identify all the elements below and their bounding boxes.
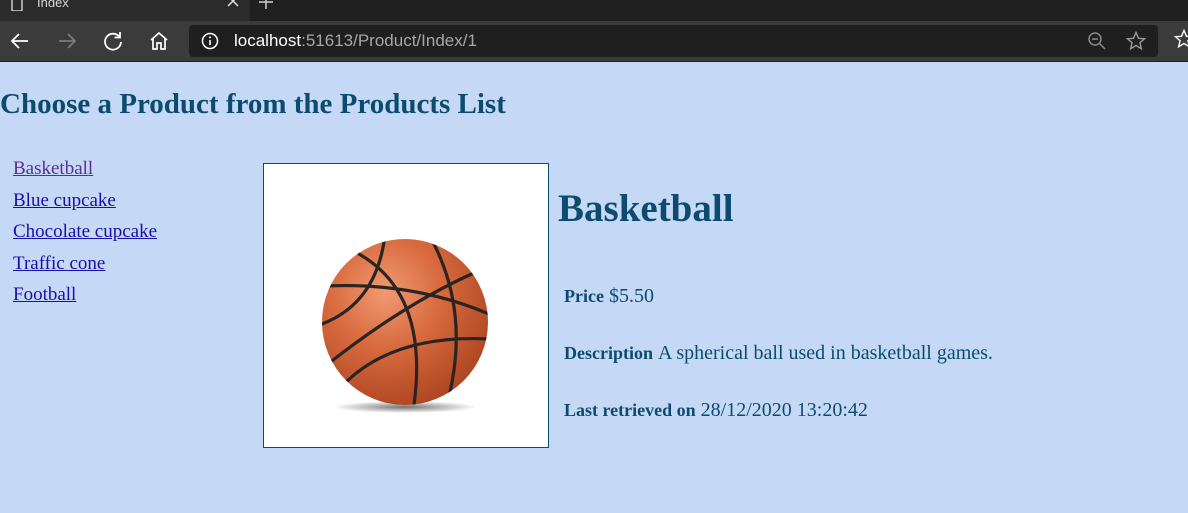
home-icon[interactable]	[147, 29, 171, 53]
list-item: Traffic cone	[13, 252, 157, 284]
retrieved-value: 28/12/2020 13:20:42	[700, 399, 868, 421]
address-bar[interactable]: localhost:51613/Product/Index/1	[189, 25, 1158, 57]
browser-tab[interactable]: Index	[0, 0, 250, 21]
product-link-basketball[interactable]: Basketball	[13, 158, 93, 179]
zoom-icon[interactable]	[1087, 31, 1107, 56]
product-image	[263, 163, 549, 448]
retrieved-label: Last retrieved on	[564, 400, 696, 420]
price-row: Price $5.50	[564, 285, 654, 308]
back-icon[interactable]	[8, 29, 32, 53]
list-item: Chocolate cupcake	[13, 220, 157, 252]
forward-icon[interactable]	[55, 29, 79, 53]
product-name: Basketball	[558, 187, 734, 230]
list-item: Basketball	[13, 157, 157, 189]
tab-strip: Index	[0, 0, 1188, 21]
url-text[interactable]: localhost:51613/Product/Index/1	[234, 31, 477, 51]
price-value: $5.50	[608, 285, 654, 307]
info-icon[interactable]	[201, 32, 219, 55]
description-row: Description A spherical ball used in bask…	[564, 342, 993, 365]
description-label: Description	[564, 343, 653, 363]
star-icon[interactable]	[1125, 30, 1147, 56]
tab-title: Index	[37, 0, 69, 10]
product-link-blue-cupcake[interactable]: Blue cupcake	[13, 190, 116, 211]
new-tab-icon[interactable]	[257, 0, 275, 16]
product-list: Basketball Blue cupcake Chocolate cupcak…	[13, 157, 157, 315]
list-item: Football	[13, 283, 157, 315]
document-icon	[10, 0, 24, 14]
navigation-bar: localhost:51613/Product/Index/1	[0, 21, 1188, 62]
page-title: Choose a Product from the Products List	[0, 88, 506, 120]
list-item: Blue cupcake	[13, 189, 157, 221]
price-label: Price	[564, 286, 604, 306]
favorites-icon[interactable]	[1173, 28, 1188, 54]
basketball-image	[322, 239, 488, 413]
url-path: :51613/Product/Index/1	[301, 31, 477, 50]
product-link-football[interactable]: Football	[13, 284, 76, 305]
refresh-icon[interactable]	[101, 29, 125, 53]
product-link-traffic-cone[interactable]: Traffic cone	[13, 253, 105, 274]
close-icon[interactable]	[226, 0, 240, 11]
retrieved-row: Last retrieved on 28/12/2020 13:20:42	[564, 399, 868, 422]
product-link-chocolate-cupcake[interactable]: Chocolate cupcake	[13, 221, 157, 242]
url-host: localhost	[234, 31, 302, 50]
description-value: A spherical ball used in basketball game…	[658, 342, 993, 364]
